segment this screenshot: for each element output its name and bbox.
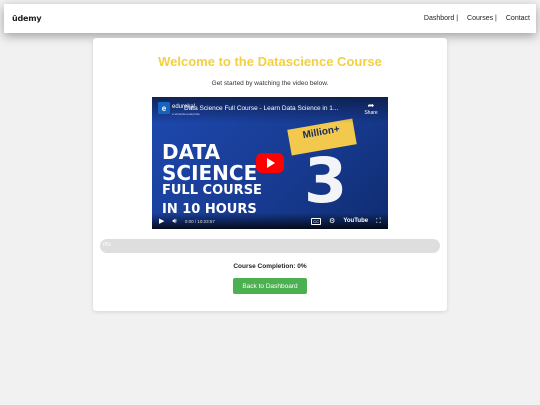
- nav-link-courses[interactable]: Courses |: [467, 15, 497, 22]
- course-title: Welcome to the Datascience Course: [158, 54, 382, 69]
- captions-button[interactable]: CC: [311, 217, 322, 225]
- video-time: 0:00 / 10:23:57: [184, 218, 215, 224]
- play-button[interactable]: [256, 153, 284, 173]
- volume-icon[interactable]: 🔊︎: [172, 218, 176, 225]
- course-subtitle: Get started by watching the video below.: [211, 80, 329, 87]
- progress-label: 0%: [103, 242, 111, 248]
- play-control-icon[interactable]: ▶: [159, 218, 164, 225]
- thumbnail-headline-2: SCIENCE: [162, 161, 258, 185]
- settings-gear-icon[interactable]: ⚙: [329, 218, 335, 225]
- video-player[interactable]: DATA SCIENCE FULL COURSE IN 10 HOURS 3 M…: [152, 97, 388, 229]
- share-icon: ➦: [367, 101, 375, 110]
- play-icon: [267, 158, 275, 168]
- video-controls: ▶ 🔊︎ 0:00 / 10:23:57 CC ⚙ YouTube ⛶: [152, 213, 388, 229]
- course-completion-text: Course Completion: 0%: [233, 263, 307, 270]
- thumbnail-headline-3: FULL COURSE: [162, 183, 262, 198]
- course-card: Welcome to the Datascience Course Get st…: [93, 38, 447, 311]
- nav-link-contact[interactable]: Contact: [506, 15, 530, 22]
- thumbnail-big-number: 3: [304, 144, 348, 217]
- channel-avatar[interactable]: e: [158, 102, 170, 114]
- nav-links: Dashbord | Courses | Contact: [424, 15, 530, 22]
- fullscreen-icon[interactable]: ⛶: [376, 218, 381, 225]
- share-button[interactable]: ➦ Share: [364, 101, 378, 116]
- channel-subtitle: a Veranda enterprise: [172, 112, 200, 116]
- navbar: ūdemy Dashbord | Courses | Contact: [4, 4, 536, 33]
- back-to-dashboard-button[interactable]: Back to Dashboard: [233, 278, 307, 294]
- share-label: Share: [364, 110, 378, 116]
- youtube-logo[interactable]: YouTube: [343, 218, 368, 224]
- video-title[interactable]: Data Science Full Course - Learn Data Sc…: [184, 105, 338, 112]
- nav-link-dashboard[interactable]: Dashbord |: [424, 15, 458, 22]
- course-progress-bar: 0%: [100, 239, 440, 253]
- udemy-logo[interactable]: ūdemy: [12, 14, 42, 23]
